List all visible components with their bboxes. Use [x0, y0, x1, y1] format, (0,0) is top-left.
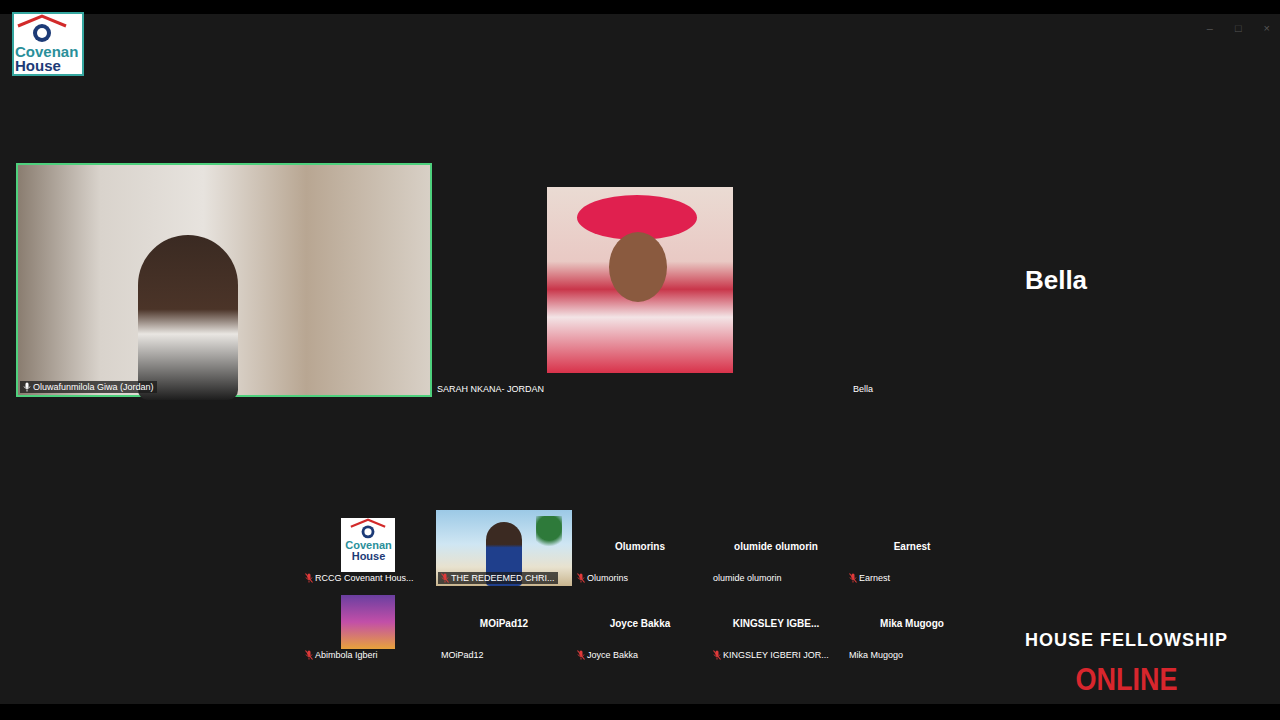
muted-mic-icon — [305, 650, 313, 660]
maximize-button[interactable]: □ — [1235, 20, 1242, 37]
participant-display-name: Joyce Bakka — [610, 616, 671, 631]
profile-logo: CovenanHouse — [341, 518, 395, 572]
participant-name-label: Mika Mugogo — [846, 649, 906, 661]
participant-name: Bella — [853, 383, 873, 395]
participant-display-name: Olumorins — [615, 539, 665, 554]
participant-tile[interactable]: THE REDEEMED CHRI... — [436, 510, 572, 586]
participant-tile[interactable]: Joyce Bakka Joyce Bakka — [572, 587, 708, 663]
participant-name-label: Abimbola Igberi — [302, 649, 381, 661]
participant-tile[interactable]: Bella Bella — [848, 163, 1264, 397]
participant-name-label: THE REDEEMED CHRI... — [438, 572, 558, 584]
participant-name-label: Oluwafunmilola Giwa (Jordan) — [20, 381, 157, 393]
banner-subtitle: ONLINE — [1075, 659, 1177, 700]
window-controls: – □ × — [1207, 20, 1270, 37]
muted-mic-icon — [713, 650, 721, 660]
participant-name-label: KINGSLEY IGBERI JOR... — [710, 649, 832, 661]
participant-name-label: olumide olumorin — [710, 572, 785, 584]
mic-icon — [23, 382, 31, 392]
church-logo-icon — [348, 518, 388, 540]
muted-mic-icon — [441, 573, 449, 583]
muted-mic-icon — [305, 573, 313, 583]
banner-title: HOUSE FELLOWSHIP — [1025, 628, 1228, 652]
participant-tile[interactable]: CovenanHouseRCCG Covenant Hous... — [300, 510, 436, 586]
participant-tile[interactable]: Earnest Earnest — [844, 510, 980, 586]
participant-display-name: olumide olumorin — [734, 539, 818, 554]
participant-name-label: SARAH NKANA- JORDAN — [434, 383, 547, 395]
logo-text: House — [351, 551, 386, 562]
participant-video — [138, 235, 238, 400]
participant-name-label: Bella — [850, 383, 876, 395]
main-video-row: Oluwafunmilola Giwa (Jordan) SARAH NKANA-… — [16, 163, 1264, 397]
participant-name: Earnest — [859, 572, 890, 584]
participant-tile[interactable]: MOiPad12 MOiPad12 — [436, 587, 572, 663]
participant-display-name: MOiPad12 — [480, 616, 528, 631]
logo-text: Covenan — [14, 44, 78, 59]
meeting-window: Oluwafunmilola Giwa (Jordan) SARAH NKANA-… — [0, 0, 1280, 720]
church-logo: CovenanHouse — [12, 12, 84, 76]
profile-photo — [341, 595, 395, 649]
muted-mic-icon — [849, 573, 857, 583]
participant-tile[interactable]: Abimbola Igberi — [300, 587, 436, 663]
participant-name: Olumorins — [587, 572, 628, 584]
participant-tile[interactable]: olumide olumorin olumide olumorin — [708, 510, 844, 586]
logo-text: Covenan — [344, 540, 391, 551]
profile-photo — [547, 187, 733, 373]
participant-name: Abimbola Igberi — [315, 649, 378, 661]
participant-display-name: KINGSLEY IGBE... — [733, 616, 820, 631]
participant-display-name: Bella — [1025, 261, 1087, 300]
participant-tile[interactable]: Olumorins Olumorins — [572, 510, 708, 586]
participant-name: Mika Mugogo — [849, 649, 903, 661]
participant-name: RCCG Covenant Hous... — [315, 572, 414, 584]
participant-name: MOiPad12 — [441, 649, 484, 661]
participant-name: olumide olumorin — [713, 572, 782, 584]
church-logo-icon — [14, 14, 70, 44]
participant-name: THE REDEEMED CHRI... — [451, 572, 555, 584]
participant-name-label: Joyce Bakka — [574, 649, 641, 661]
video-feed — [18, 165, 430, 395]
participant-name-label: MOiPad12 — [438, 649, 487, 661]
participant-display-name: Mika Mugogo — [880, 616, 944, 631]
participant-tile[interactable]: Mika Mugogo Mika Mugogo — [844, 587, 980, 663]
logo-text: House — [14, 59, 61, 72]
close-button[interactable]: × — [1264, 20, 1270, 37]
participant-tile[interactable]: SARAH NKANA- JORDAN — [432, 163, 848, 397]
participant-name: KINGSLEY IGBERI JOR... — [723, 649, 829, 661]
muted-mic-icon — [577, 573, 585, 583]
event-banner: HOUSE FELLOWSHIP ONLINE — [1025, 628, 1228, 698]
participant-name: Joyce Bakka — [587, 649, 638, 661]
participant-name-label: Earnest — [846, 572, 893, 584]
participant-tile[interactable]: KINGSLEY IGBE... KINGSLEY IGBERI JOR... — [708, 587, 844, 663]
minimize-button[interactable]: – — [1207, 20, 1213, 37]
muted-mic-icon — [577, 650, 585, 660]
participant-name: Oluwafunmilola Giwa (Jordan) — [33, 381, 154, 393]
participant-name-label: RCCG Covenant Hous... — [302, 572, 417, 584]
participant-tile[interactable]: Oluwafunmilola Giwa (Jordan) — [16, 163, 432, 397]
participant-display-name: Earnest — [894, 539, 931, 554]
participant-name-label: Olumorins — [574, 572, 631, 584]
participant-name: SARAH NKANA- JORDAN — [437, 383, 544, 395]
participant-grid: CovenanHouseRCCG Covenant Hous...THE RED… — [300, 510, 980, 663]
